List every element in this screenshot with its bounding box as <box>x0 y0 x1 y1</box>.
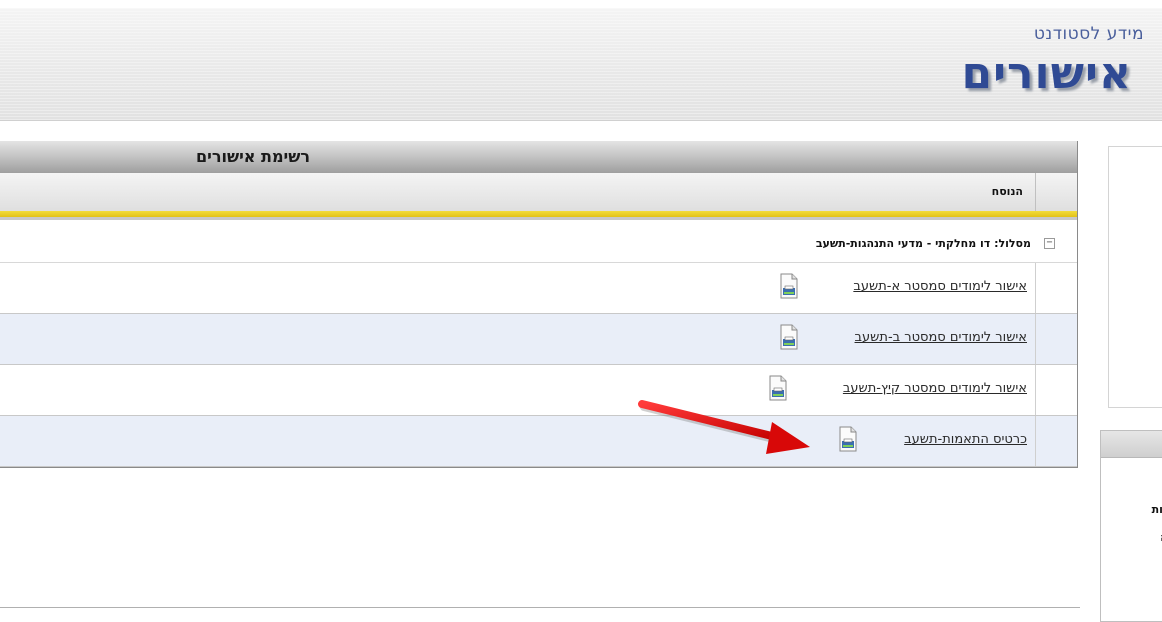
certificate-link[interactable]: אישור לימודים סמסטר ב-תשעב <box>855 330 1027 345</box>
table-row: כרטיס התאמות-תשעב <box>0 416 1077 467</box>
side-text-line: קות <box>1151 503 1162 516</box>
side-box-title-bar <box>1101 431 1162 458</box>
document-print-icon[interactable] <box>838 426 858 452</box>
bottom-divider <box>0 607 1080 608</box>
annotation-arrow-icon <box>638 400 810 454</box>
collapse-toggle-icon[interactable]: − <box>1044 238 1055 249</box>
site-title: אישורים <box>961 48 1132 99</box>
certificate-link[interactable]: אישור לימודים סמסטר קיץ-תשעב <box>843 381 1027 396</box>
side-box-top <box>1108 146 1162 408</box>
table-row: אישור לימודים סמסטר קיץ-תשעב <box>0 365 1077 416</box>
panel-title-bar: רשימת אישורים <box>0 141 1077 173</box>
document-print-icon[interactable] <box>779 273 799 299</box>
group-row: − מסלול: דו מחלקתי - מדעי התנהגות-תשעב <box>0 228 1077 263</box>
page-header: מידע לסטודנט אישורים <box>0 8 1162 121</box>
certificate-link[interactable]: כרטיס התאמות-תשעב <box>904 432 1027 447</box>
table-row: אישור לימודים סמסטר ב-תשעב <box>0 314 1077 365</box>
header-underline <box>0 217 1077 220</box>
table-row: אישור לימודים סמסטר א-תשעב <box>0 263 1077 314</box>
row-divider <box>1035 365 1036 415</box>
document-print-icon[interactable] <box>779 324 799 350</box>
column-divider <box>1035 173 1036 211</box>
panel-title: רשימת אישורים <box>195 147 310 166</box>
row-divider <box>1035 416 1036 466</box>
side-box-bottom: קות : יה ת <box>1100 430 1162 622</box>
column-header-version[interactable]: הנוסח <box>992 185 1023 198</box>
row-divider <box>1035 263 1036 313</box>
certificate-link[interactable]: אישור לימודים סמסטר א-תשעב <box>853 279 1027 294</box>
row-divider <box>1035 314 1036 364</box>
certificates-panel: רשימת אישורים הנוסח − מסלול: דו מחלקתי -… <box>0 141 1078 468</box>
site-subtitle: מידע לסטודנט <box>1033 24 1144 44</box>
group-label: מסלול: דו מחלקתי - מדעי התנהגות-תשעב <box>815 237 1031 250</box>
column-header-row: הנוסח <box>0 173 1077 220</box>
